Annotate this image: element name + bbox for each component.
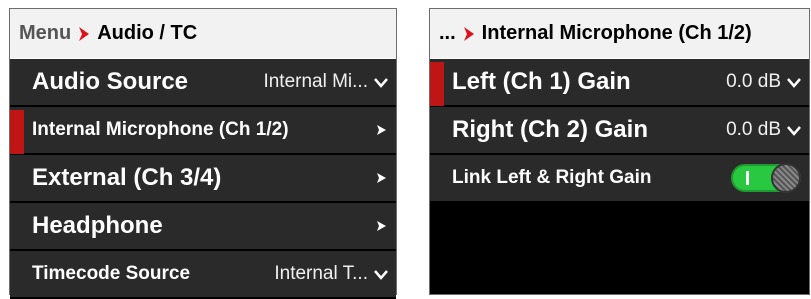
menu-item-audio-source[interactable]: Audio Source Internal Mi... bbox=[10, 59, 396, 107]
link-gain-toggle[interactable] bbox=[731, 163, 801, 193]
menu-item-label: External (Ch 3/4) bbox=[32, 164, 222, 191]
audio-tc-menu-panel: Menu Audio / TC Audio Source Internal Mi… bbox=[9, 8, 397, 299]
menu-item-label: Right (Ch 2) Gain bbox=[452, 116, 648, 143]
breadcrumb-root[interactable]: Menu bbox=[19, 22, 71, 45]
menu-item-label: Headphone bbox=[32, 212, 163, 239]
menu-item-external[interactable]: External (Ch 3/4) bbox=[10, 155, 396, 203]
chevron-down-icon bbox=[374, 267, 388, 281]
toggle-knob bbox=[771, 163, 801, 193]
menu-item-timecode-source[interactable]: Timecode Source Internal T... bbox=[10, 251, 396, 299]
red-chevron-right-icon bbox=[77, 26, 91, 42]
breadcrumb: Menu Audio / TC bbox=[10, 9, 396, 59]
chevron-down-icon bbox=[787, 123, 801, 137]
red-chevron-right-icon bbox=[462, 26, 476, 42]
chevron-right-icon bbox=[374, 219, 388, 233]
toggle-on-mark bbox=[746, 171, 749, 185]
menu-item-right-gain[interactable]: Right (Ch 2) Gain 0.0 dB bbox=[430, 107, 809, 155]
menu-item-value: Internal Mi... bbox=[263, 71, 368, 92]
menu-item-label: Timecode Source bbox=[32, 263, 191, 284]
menu-item-label: Left (Ch 1) Gain bbox=[452, 68, 631, 95]
menu-item-label: Internal Microphone (Ch 1/2) bbox=[32, 119, 289, 140]
breadcrumb-back[interactable]: ... bbox=[439, 22, 456, 45]
breadcrumb-current: Audio / TC bbox=[97, 22, 198, 44]
menu-item-left-gain[interactable]: Left (Ch 1) Gain 0.0 dB bbox=[430, 59, 809, 107]
chevron-right-icon bbox=[374, 123, 388, 137]
menu-item-value: 0.0 dB bbox=[726, 119, 781, 140]
menu-item-value: Internal T... bbox=[274, 263, 368, 284]
menu-item-value: 0.0 dB bbox=[726, 71, 781, 92]
menu-item-label: Link Left & Right Gain bbox=[452, 167, 652, 188]
menu-item-internal-microphone[interactable]: Internal Microphone (Ch 1/2) bbox=[10, 107, 396, 155]
breadcrumb: ... Internal Microphone (Ch 1/2) bbox=[430, 9, 809, 59]
selection-indicator bbox=[10, 110, 24, 154]
internal-microphone-menu-panel: ... Internal Microphone (Ch 1/2) Left (C… bbox=[429, 8, 810, 295]
selection-indicator bbox=[430, 62, 444, 106]
chevron-right-icon bbox=[374, 171, 388, 185]
menu-item-label: Audio Source bbox=[32, 68, 189, 95]
chevron-down-icon bbox=[374, 75, 388, 89]
menu-item-link-gain[interactable]: Link Left & Right Gain bbox=[430, 155, 809, 203]
menu-item-headphone[interactable]: Headphone bbox=[10, 203, 396, 251]
chevron-down-icon bbox=[787, 75, 801, 89]
breadcrumb-current: Internal Microphone (Ch 1/2) bbox=[481, 22, 752, 44]
